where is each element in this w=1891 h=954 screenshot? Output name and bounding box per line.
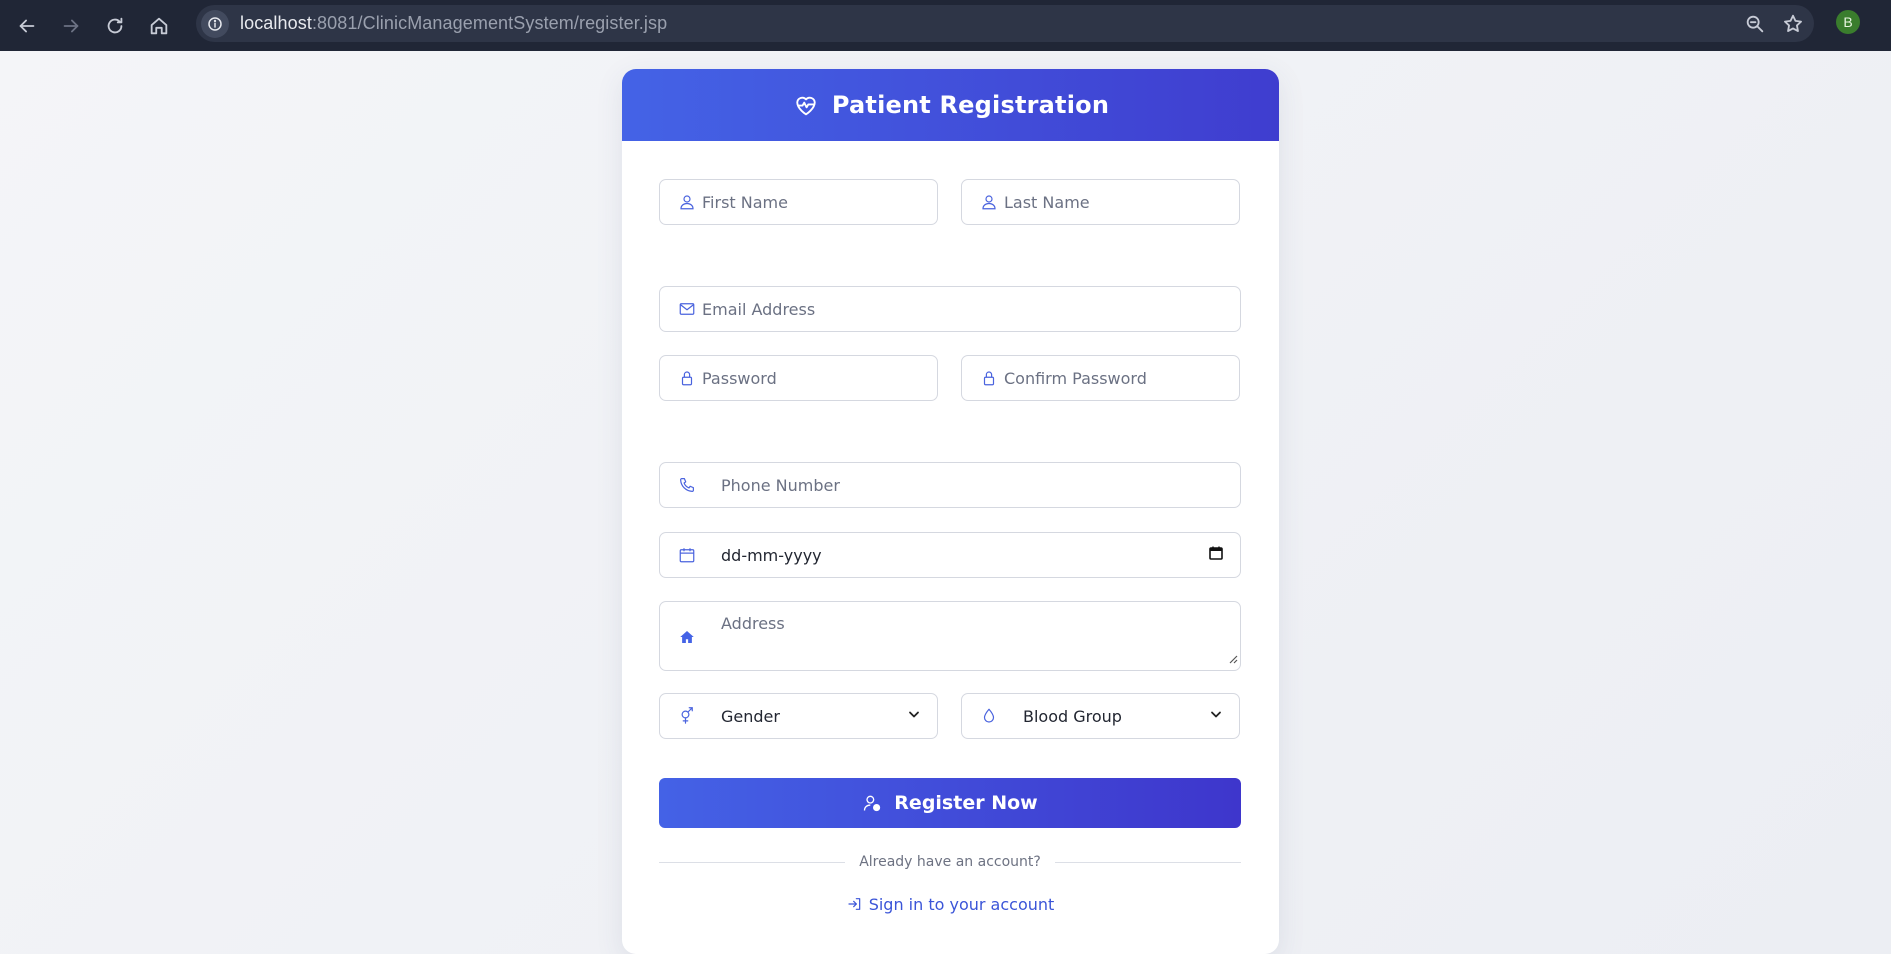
droplet-icon [979, 706, 999, 726]
address-placeholder: Address [721, 614, 785, 633]
reload-icon [107, 17, 123, 33]
register-button-label: Register Now [894, 792, 1038, 814]
lock-icon [677, 368, 697, 388]
first-name-placeholder: First Name [702, 192, 788, 212]
zoom-icon[interactable] [1744, 13, 1766, 35]
url-text: localhost:8081/ClinicManagementSystem/re… [240, 13, 667, 34]
gender-selected: Gender [721, 706, 780, 726]
url-path: :8081/ClinicManagementSystem/register.js… [311, 13, 668, 33]
dob-value: dd-mm-yyyy [721, 545, 822, 565]
last-name-placeholder: Last Name [1004, 192, 1090, 212]
home-icon [150, 17, 168, 34]
divider-line-right [1054, 861, 1242, 863]
first-name-field[interactable]: First Name [659, 179, 938, 225]
last-name-field[interactable]: Last Name [961, 179, 1240, 225]
forward-icon [63, 19, 79, 32]
email-field[interactable]: Email Address [659, 286, 1241, 332]
heart-pulse-icon [796, 96, 816, 116]
reload-button[interactable] [93, 5, 137, 47]
person-icon [979, 192, 999, 212]
password-placeholder: Password [702, 368, 777, 388]
blood-group-selected: Blood Group [1023, 706, 1122, 726]
divider: Already have an account? [659, 852, 1242, 872]
chevron-down-icon [907, 707, 921, 726]
sign-in-icon [848, 898, 860, 910]
house-icon [677, 627, 697, 647]
star-icon[interactable] [1782, 13, 1804, 35]
forward-button[interactable] [49, 5, 93, 47]
back-button[interactable] [5, 5, 49, 47]
lock-icon [979, 368, 999, 388]
phone-placeholder: Phone Number [721, 475, 840, 495]
calendar-icon [677, 545, 697, 565]
blood-group-select[interactable]: Blood Group [961, 693, 1240, 739]
phone-icon [677, 475, 697, 495]
phone-field[interactable]: Phone Number [659, 462, 1241, 508]
registration-card: Patient Registration First Name Last Nam… [622, 69, 1279, 954]
page-title: Patient Registration [831, 91, 1110, 119]
divider-line-left [659, 861, 846, 863]
browser-toolbar: localhost:8081/ClinicManagementSystem/re… [0, 0, 1891, 51]
confirm-password-placeholder: Confirm Password [1004, 368, 1147, 388]
address-field[interactable]: Address [659, 601, 1241, 671]
person-icon [677, 192, 697, 212]
signin-link[interactable]: Sign in to your account [622, 892, 1279, 916]
confirm-password-field[interactable]: Confirm Password [961, 355, 1240, 401]
divider-text: Already have an account? [859, 854, 1041, 870]
profile-avatar[interactable]: B [1836, 10, 1860, 34]
gender-select[interactable]: Gender [659, 693, 938, 739]
register-button[interactable]: Register Now [659, 778, 1241, 828]
address-bar[interactable]: localhost:8081/ClinicManagementSystem/re… [196, 5, 1814, 42]
card-header: Patient Registration [622, 69, 1279, 141]
url-host: localhost [240, 13, 312, 33]
gender-icon [677, 706, 697, 726]
info-icon[interactable] [201, 9, 229, 38]
user-check-icon [864, 795, 881, 812]
resize-handle-icon[interactable] [1228, 649, 1238, 668]
password-field[interactable]: Password [659, 355, 938, 401]
home-button[interactable] [137, 5, 181, 47]
date-picker-icon[interactable] [1208, 545, 1224, 565]
envelope-icon [677, 299, 697, 319]
chevron-down-icon [1209, 707, 1223, 726]
signin-label: Sign in to your account [868, 894, 1055, 914]
dob-field[interactable]: dd-mm-yyyy [659, 532, 1241, 578]
back-icon [19, 19, 35, 32]
email-placeholder: Email Address [702, 299, 816, 319]
